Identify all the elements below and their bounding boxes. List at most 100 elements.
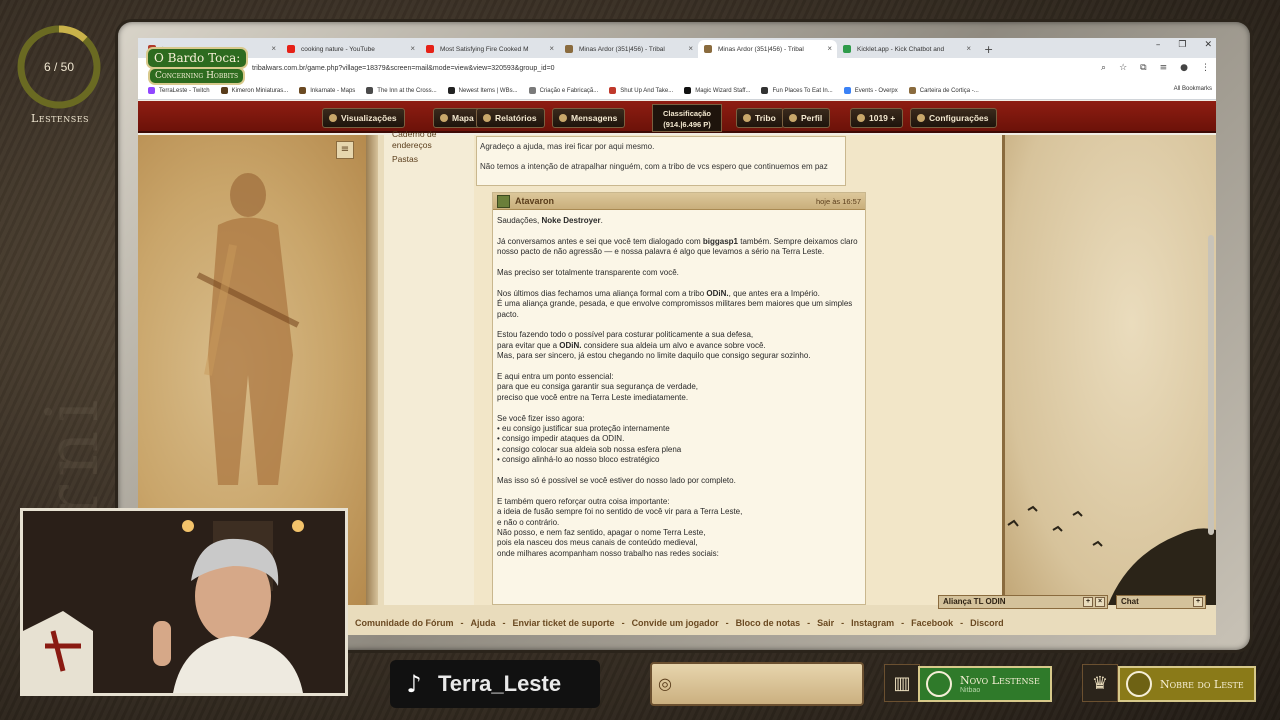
bookmark-item[interactable]: The Inn at the Cross... xyxy=(366,87,437,94)
chat-open-icon[interactable]: + xyxy=(1193,597,1203,607)
footer-link[interactable]: Instagram xyxy=(844,618,901,628)
url-field[interactable]: tribalwars.com.br/game.php?village=18379… xyxy=(252,65,555,72)
tab-label: cooking nature - YouTube xyxy=(301,45,375,53)
bookmark-item[interactable]: TerraLeste - Twitch xyxy=(148,87,210,94)
browser-tab[interactable]: Minas Ardor (351|456) - Tribal × xyxy=(698,40,837,58)
footer-link[interactable]: Sair xyxy=(810,618,841,628)
browser-tab[interactable]: Most Satisfying Fire Cooked M × xyxy=(420,40,559,58)
page-scrollbar[interactable] xyxy=(1208,235,1214,535)
all-bookmarks[interactable]: All Bookmarks xyxy=(1174,86,1212,92)
menu-1[interactable]: Mapa xyxy=(433,108,482,128)
tab-label: Kicklet.app - Kick Chatbot and xyxy=(857,45,945,53)
paragraph-8c: e não o contrário. xyxy=(497,517,560,527)
chat-close-icon[interactable]: × xyxy=(1095,597,1105,607)
zoom-icon[interactable]: ⌕ xyxy=(1101,63,1106,73)
tab-close-icon[interactable]: × xyxy=(410,44,415,53)
media-icon[interactable]: ≡ xyxy=(1160,63,1168,73)
bookmark-icon xyxy=(528,87,536,94)
footer-link[interactable]: Enviar ticket de suporte xyxy=(506,618,622,628)
nav-address-book-1[interactable]: Caderno de xyxy=(384,129,474,140)
tab-close-icon[interactable]: × xyxy=(827,44,832,53)
close-icon[interactable]: ✕ xyxy=(1204,40,1212,50)
maximize-icon[interactable]: ❐ xyxy=(1178,40,1186,50)
menu-icon[interactable]: ⋮ xyxy=(1201,63,1210,73)
minimize-icon[interactable]: – xyxy=(1156,40,1161,50)
nav-address-book-2[interactable]: endereços xyxy=(384,140,474,151)
progress-ring: 6 / 50 xyxy=(14,22,104,112)
browser-tab[interactable]: Minas Ardor (351|456) - Tribal × xyxy=(559,40,698,58)
greeting-text: Saudações, xyxy=(497,216,542,225)
footer-link[interactable]: Ajuda xyxy=(464,618,503,628)
nav-folders[interactable]: Pastas xyxy=(384,154,474,165)
tab-close-icon[interactable]: × xyxy=(688,44,693,53)
tribe-odin-link-2[interactable]: ODiN. xyxy=(559,341,581,350)
new-tab-button[interactable]: + xyxy=(976,40,1001,58)
footer-link[interactable]: Comunidade do Fórum xyxy=(348,618,461,628)
bookmark-icon xyxy=(148,87,155,94)
tiktok-handle: Terra_Leste xyxy=(438,671,562,696)
profile-icon[interactable]: ● xyxy=(1180,63,1188,73)
paragraph-8b: a ideia de fusão sempre foi no sentido d… xyxy=(497,507,743,517)
menu-0[interactable]: Visualizações xyxy=(322,108,405,128)
paragraph-4d: considere sua aldeia um alvo e avance so… xyxy=(581,340,766,350)
chat-expand-icon[interactable]: + xyxy=(1083,597,1093,607)
bookmark-item[interactable]: Fun Places To Eat In... xyxy=(761,87,833,94)
bookmark-label: Magic Wizard Staff... xyxy=(695,87,751,94)
tab-close-icon[interactable]: × xyxy=(271,44,276,53)
star-icon[interactable]: ☆ xyxy=(1119,63,1127,73)
menu-icon xyxy=(743,114,751,122)
footer-link[interactable]: Convide um jogador xyxy=(625,618,726,628)
menu-2[interactable]: Relatórios xyxy=(476,108,545,128)
bookmark-item[interactable]: Criação e Fabricaçã... xyxy=(528,87,598,94)
menu-label: Mapa xyxy=(452,113,474,123)
scroll-icon[interactable]: ≡ xyxy=(336,141,354,159)
bookmark-item[interactable]: Newest Items | WBs... xyxy=(447,87,518,94)
message-author[interactable]: Atavaron xyxy=(515,196,554,206)
tribe-odin-link[interactable]: ODiN. xyxy=(706,289,728,298)
crown-icon: ♛ xyxy=(1082,664,1118,702)
tribe-chat-bar[interactable]: Aliança TL ODIN + × xyxy=(938,595,1108,609)
chat-bar[interactable]: Chat + xyxy=(1116,595,1206,609)
tab-close-icon[interactable]: × xyxy=(549,44,554,53)
bookmark-item[interactable]: Shut Up And Take... xyxy=(609,87,673,94)
new-follower-emblem-icon xyxy=(926,671,952,697)
tiktok-handle-panel: ♪ Terra_Leste xyxy=(390,660,600,708)
menu-icon xyxy=(857,114,865,122)
ranking-value: (914.|6.496 P) xyxy=(663,120,711,129)
menu-right-1[interactable]: Perfil xyxy=(782,108,831,128)
browser-tab[interactable]: Kicklet.app - Kick Chatbot and × xyxy=(837,40,976,58)
extensions-icon[interactable]: ⧉ xyxy=(1140,63,1146,73)
paragraph-3c: , que antes era a Império. xyxy=(728,288,820,298)
menu-label: Configurações xyxy=(929,113,989,123)
menu-3[interactable]: Mensagens xyxy=(552,108,626,128)
bookmark-icon xyxy=(447,87,455,94)
bookmark-icon xyxy=(220,87,228,94)
footer-link[interactable]: Discord xyxy=(963,618,1011,628)
menu-label: Relatórios xyxy=(495,113,537,123)
tab-label: Minas Ardor (351|456) - Tribal xyxy=(579,45,665,53)
greeting-name[interactable]: Noke Destroyer xyxy=(541,216,600,225)
ranking-box[interactable]: Classificação (914.|6.496 P) xyxy=(652,104,722,132)
bookmark-icon xyxy=(908,87,916,94)
bookmark-item[interactable]: Carteira de Cortiça -... xyxy=(908,87,979,94)
tab-close-icon[interactable]: × xyxy=(966,44,971,53)
footer-link[interactable]: Bloco de notas xyxy=(729,618,808,628)
menu-right-3[interactable]: Configurações xyxy=(910,108,997,128)
book-icon: ▥ xyxy=(884,664,920,702)
bookmark-item[interactable]: Inkarnate - Maps xyxy=(299,87,355,94)
footer-link[interactable]: Facebook xyxy=(904,618,960,628)
noble-emblem-icon xyxy=(1126,671,1152,697)
menu-right-2[interactable]: 1019 + xyxy=(850,108,904,128)
browser-tab[interactable]: cooking nature - YouTube × xyxy=(281,40,420,58)
bookmark-label: TerraLeste - Twitch xyxy=(159,87,210,94)
streamer-image xyxy=(23,511,345,693)
paragraph-8e: pois ela nasceu dos meus canais de conte… xyxy=(497,538,698,548)
bookmark-item[interactable]: Magic Wizard Staff... xyxy=(684,87,750,94)
mention-biggasp1[interactable]: biggasp1 xyxy=(703,237,738,246)
bookmark-item[interactable]: Events - Overpx xyxy=(843,87,898,94)
bookmark-item[interactable]: Kimeron Miniaturas... xyxy=(220,87,288,94)
menu-right-0[interactable]: Tribo xyxy=(736,108,784,128)
menu-label: Tribo xyxy=(755,113,776,123)
bookmark-icon xyxy=(609,87,617,94)
bookmark-icon xyxy=(843,87,851,94)
